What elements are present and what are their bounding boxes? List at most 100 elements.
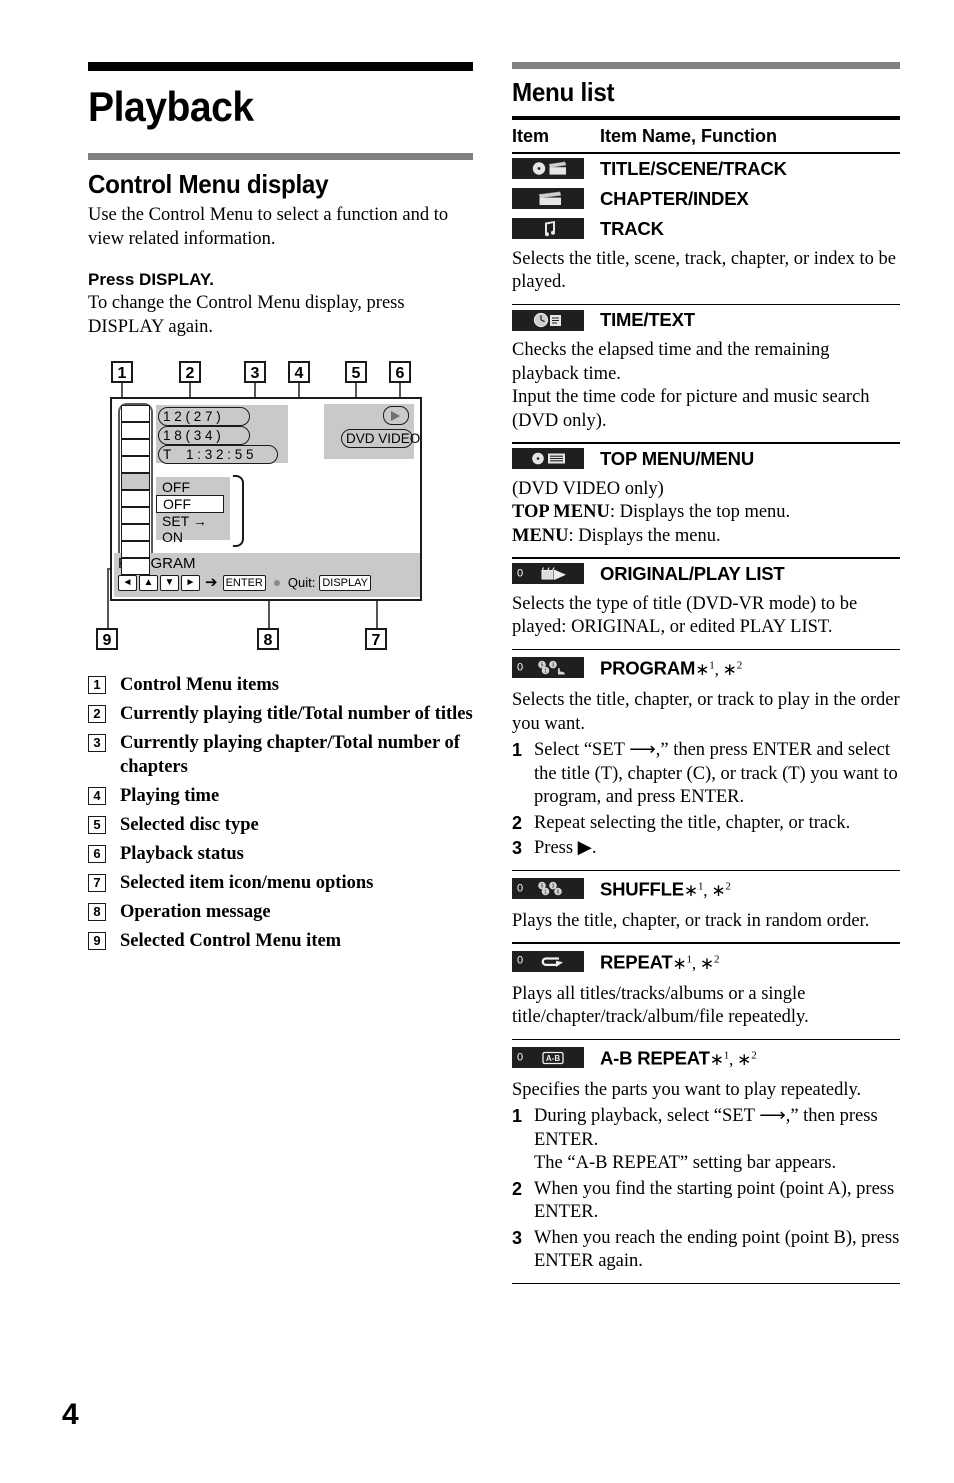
menu-entry-row[interactable]: TITLE/SCENE/TRACK: [512, 154, 900, 184]
callout-7: 7: [365, 628, 387, 650]
legend-label: Playback status: [120, 844, 244, 864]
svg-text:6: 6: [557, 889, 560, 895]
menu-cell-7[interactable]: [121, 507, 150, 525]
svg-text:A-B: A-B: [546, 1054, 560, 1063]
section-rule: [88, 153, 473, 160]
menu-entry-row[interactable]: 0 5 1 3 PROGRAM∗1, ∗2: [512, 650, 900, 685]
callout-5: 5: [345, 361, 367, 383]
legend-number: 8: [88, 903, 106, 921]
legend-item: 5 Selected disc type: [88, 813, 473, 837]
menu-entry-label: TRACK: [600, 217, 664, 239]
options-brace: [233, 475, 244, 547]
menu-entry-description: Plays the title, chapter, or track in ra…: [512, 910, 870, 931]
callout-1: 1: [111, 361, 133, 383]
callout-9: 9: [96, 628, 118, 650]
step-text: During playback, select “SET ⟶,” then pr…: [534, 1106, 878, 1174]
step-item: 2 Repeat selecting the title, chapter, o…: [512, 812, 900, 836]
right-column: Menu list Item Item Name, Function TITLE…: [512, 62, 900, 1285]
step-number: 3: [512, 1227, 523, 1248]
menu-cell-5-selected[interactable]: [121, 473, 150, 491]
option-4[interactable]: ON: [162, 529, 183, 545]
left-column: Playback Control Menu display Use the Co…: [88, 62, 473, 958]
menu-entry-row[interactable]: TOP MENU/MENU: [512, 444, 900, 474]
menu-entry-row[interactable]: 0 5 1 3 6 SHUFFLE∗1, ∗2: [512, 871, 900, 906]
column-header-item: Item: [512, 126, 550, 146]
disc-type-label: DVD VIDEO: [341, 429, 420, 448]
menu-entry-label: TIME/TEXT: [600, 309, 695, 331]
shuffle-label: SHUFFLE: [600, 878, 684, 900]
page-title: Playback: [88, 83, 254, 130]
step-text: When you reach the ending point (point B…: [534, 1227, 900, 1272]
menu-entry-label: ORIGINAL/PLAY LIST: [600, 562, 785, 584]
menu-cell-9[interactable]: [121, 541, 150, 559]
menu-entry-top-menu: TOP MENU/MENU (DVD VIDEO only) TOP MENU:…: [512, 444, 900, 549]
menu-entry-row[interactable]: TRACK: [512, 214, 900, 244]
menu-entry-row[interactable]: 0 REPEAT∗1, ∗2: [512, 944, 900, 979]
menu-entry-row[interactable]: 0 A-B A-B REPEAT∗1, ∗2: [512, 1040, 900, 1075]
page-number: 4: [62, 1398, 79, 1431]
option-3[interactable]: SET →: [162, 513, 207, 529]
step-text: Repeat selecting the title, chapter, or …: [534, 812, 851, 833]
operation-status-bar: PROGRAM ◄ ▲ ▼ ► ➔ ENTER Quit: DISPLAY: [114, 553, 420, 597]
display-key-icon: DISPLAY: [319, 575, 371, 591]
callout-6: 6: [389, 361, 411, 383]
repeat-footnotes: ∗1, ∗2: [672, 952, 720, 973]
menu-bold: MENU: [512, 525, 569, 546]
program-footnotes: ∗1, ∗2: [695, 659, 743, 680]
menu-cell-8[interactable]: [121, 524, 150, 542]
column-header-item-name-function: Item Name, Function: [600, 126, 778, 146]
menu-rest: : Displays the menu.: [568, 525, 721, 546]
intro-paragraph: Use the Control Menu to select a functio…: [88, 205, 449, 249]
menu-entry-shuffle: 0 5 1 3 6 SHUFFLE∗1, ∗2 Plays the title,…: [512, 871, 900, 933]
callout-4: 4: [288, 361, 310, 383]
menu-entry-label: A-B REPEAT∗1, ∗2: [600, 1044, 757, 1071]
step-item: 1 Select “SET ⟶,” then press ENTER and s…: [512, 739, 900, 810]
menu-entry-description: Specifies the parts you want to play rep…: [512, 1079, 862, 1100]
repeat-icon: 0: [512, 950, 584, 972]
menu-entry-description: Selects the title, scene, track, chapter…: [512, 248, 897, 293]
ab-repeat-footnotes: ∗1, ∗2: [709, 1049, 757, 1069]
menu-entry-description: Selects the type of title (DVD-VR mode) …: [512, 593, 858, 638]
legend-number: 1: [88, 676, 106, 694]
legend-item: 4 Playing time: [88, 784, 473, 808]
menu-entry-row[interactable]: CHAPTER/INDEX: [512, 184, 900, 214]
menu-list-rule: [512, 62, 900, 69]
step-number: 3: [512, 838, 523, 859]
menu-entry-label: TITLE/SCENE/TRACK: [600, 157, 787, 179]
menu-cell-1[interactable]: [121, 405, 150, 423]
step-number: 1: [512, 1106, 523, 1127]
menu-cell-3[interactable]: [121, 439, 150, 457]
menu-cell-4[interactable]: [121, 456, 150, 474]
menu-entry-description: Checks the elapsed time and the remainin…: [512, 340, 870, 431]
legend-label: Selected item icon/menu options: [120, 873, 374, 893]
step-number: 2: [512, 1178, 523, 1199]
menu-entry-row[interactable]: 0 ORIGINAL/PLAY LIST: [512, 559, 900, 589]
title-rule: [88, 62, 473, 71]
step-number: 2: [512, 812, 523, 833]
menu-entry-repeat: 0 REPEAT∗1, ∗2 Plays all titles/tracks/a…: [512, 944, 900, 1030]
menu-cell-2[interactable]: [121, 422, 150, 440]
menu-entry-original-play-list: 0 ORIGINAL/PLAY LIST Selects the type of…: [512, 559, 900, 640]
callout-3: 3: [244, 361, 266, 383]
legend-number: 5: [88, 816, 106, 834]
legend-number: 2: [88, 705, 106, 723]
disc-list-icon: [512, 448, 584, 470]
legend-number: 3: [88, 734, 106, 752]
menu-entry-row[interactable]: TIME/TEXT: [512, 305, 900, 335]
legend-label: Selected disc type: [120, 815, 259, 835]
menu-entry-label: TOP MENU/MENU: [600, 447, 754, 469]
right-arrow-key-icon: ►: [181, 575, 200, 591]
chapter-indicator: 1 8 ( 3 4 ): [158, 426, 250, 445]
option-1[interactable]: OFF: [162, 479, 190, 495]
menu-cell-6[interactable]: [121, 490, 150, 508]
legend-number: 6: [88, 845, 106, 863]
callout-2: 2: [179, 361, 201, 383]
option-2-selected[interactable]: OFF: [156, 495, 224, 513]
left-arrow-key-icon: ◄: [118, 575, 137, 591]
svg-text:3: 3: [552, 662, 555, 668]
step-text: Select “SET ⟶,” then press ENTER and sel…: [534, 740, 898, 808]
down-arrow-key-icon: ▼: [160, 575, 179, 591]
legend-item: 3 Currently playing chapter/Total number…: [88, 731, 473, 779]
menu-cell-10[interactable]: [121, 558, 150, 576]
repeat-label: REPEAT: [600, 951, 673, 973]
